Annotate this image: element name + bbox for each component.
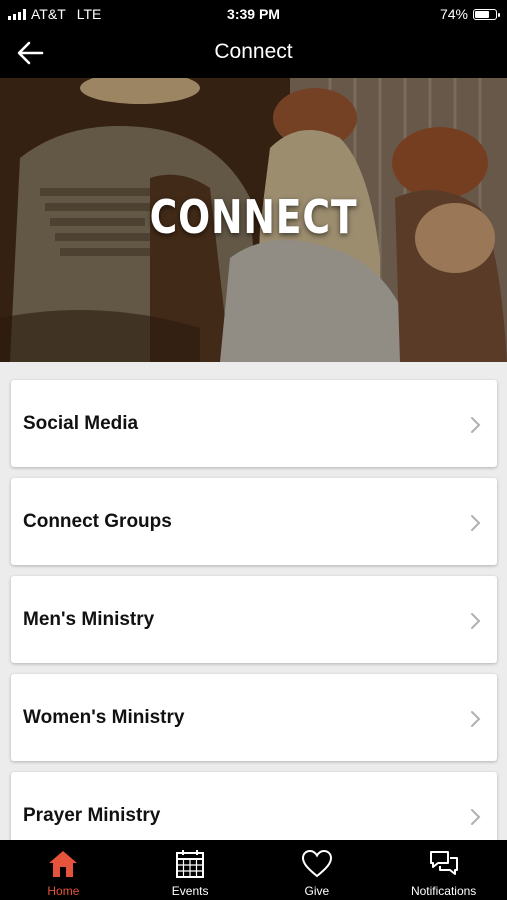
menu-item-label: Men's Ministry (23, 609, 155, 630)
chevron-right-icon (471, 515, 481, 531)
tab-label: Give (304, 884, 330, 898)
tab-notifications[interactable]: Notifications (380, 840, 507, 900)
chevron-right-icon (471, 809, 481, 825)
menu-item-mens-ministry[interactable]: Men's Ministry (11, 576, 497, 663)
chat-bubbles-icon (429, 851, 458, 875)
tab-give[interactable]: Give (254, 840, 381, 900)
tab-label: Home (47, 884, 80, 898)
nav-bar: Connect (0, 28, 507, 78)
menu-item-label: Women's Ministry (23, 707, 185, 728)
hero-title: CONNECT (149, 190, 358, 244)
calendar-icon (176, 850, 205, 878)
status-time: 3:39 PM (227, 6, 280, 22)
battery-level (475, 10, 490, 18)
hero-banner: CONNECT (0, 78, 507, 362)
menu-item-womens-ministry[interactable]: Women's Ministry (11, 674, 497, 761)
menu-item-prayer-ministry[interactable]: Prayer Ministry (11, 772, 497, 840)
page-title: Connect (214, 40, 293, 63)
tab-events[interactable]: Events (127, 840, 254, 900)
menu-item-label: Prayer Ministry (23, 805, 161, 826)
menu-item-connect-groups[interactable]: Connect Groups (11, 478, 497, 565)
tab-bar: Home Events Give Notifications (0, 840, 507, 900)
tab-home[interactable]: Home (0, 840, 127, 900)
tab-label: Events (171, 884, 209, 898)
chevron-right-icon (471, 417, 481, 433)
heart-icon (301, 849, 332, 878)
menu-list: Social Media Connect Groups Men's Minist… (0, 362, 507, 840)
menu-item-social-media[interactable]: Social Media (11, 380, 497, 467)
home-icon (49, 851, 78, 877)
tab-label: Notifications (410, 884, 477, 898)
battery-icon (473, 8, 500, 20)
battery-percent: 74% (439, 6, 468, 22)
chevron-right-icon (471, 711, 481, 727)
menu-item-label: Social Media (23, 413, 139, 434)
battery-info: 74% (439, 6, 500, 22)
menu-item-label: Connect Groups (23, 511, 172, 532)
status-bar: AT&T LTE 3:39 PM 74% (0, 0, 507, 28)
chevron-right-icon (471, 613, 481, 629)
